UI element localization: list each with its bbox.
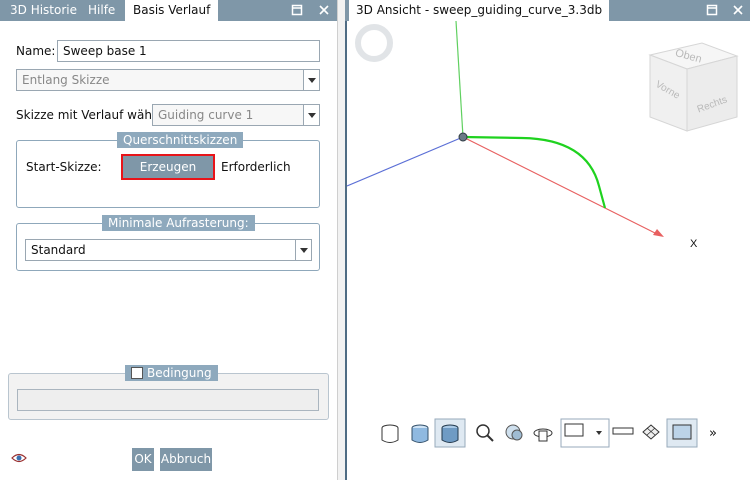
left-tab-bar: 3D Historie Hilfe Basis Verlauf [0,0,337,21]
mode-select-value: Entlang Skizze [22,73,110,87]
raster-select[interactable]: Standard [25,239,312,261]
zoom-icon[interactable] [476,424,494,442]
close-icon[interactable] [315,0,333,21]
tab-3d-historie[interactable]: 3D Historie [2,0,85,21]
3d-view-panel: 3D Ansicht - sweep_guiding_curve_3.3db O… [345,0,750,480]
tab-basis-verlauf[interactable]: Basis Verlauf [125,0,219,21]
chevron-down-icon[interactable] [303,70,319,90]
3d-viewport[interactable]: Oben Vorne Rechts X » [345,21,750,480]
condition-input [17,389,319,411]
rotate-icon[interactable] [533,428,553,442]
right-tab-bar: 3D Ansicht - sweep_guiding_curve_3.3db [345,0,750,21]
close-icon[interactable] [729,0,747,21]
display-mode-dropdown-icon[interactable] [560,418,610,448]
sketch-select-value: Guiding curve 1 [158,108,254,122]
name-label: Name: [16,44,56,58]
sweep-dialog-panel: 3D Historie Hilfe Basis Verlauf Name: Sw… [0,0,337,480]
raster-group-title: Minimale Aufrasterung: [102,215,255,231]
chevron-down-icon[interactable] [295,240,311,260]
tab-3d-ansicht[interactable]: 3D Ansicht - sweep_guiding_curve_3.3db [349,0,610,21]
mode-select[interactable]: Entlang Skizze [16,69,320,91]
tab-hilfe[interactable]: Hilfe [80,0,123,21]
app-logo-icon [355,24,393,62]
cylinder-shaded-icon[interactable] [411,424,429,443]
x-axis-line [462,136,660,236]
sketch-select[interactable]: Guiding curve 1 [152,104,320,126]
start-sketch-label: Start-Skizze: [26,160,102,174]
cancel-button[interactable]: Abbruch [160,448,212,471]
undock-icon[interactable] [703,0,721,21]
x-axis-arrow-icon [653,229,664,237]
section-view-icon[interactable] [666,418,698,448]
more-icon[interactable]: » [709,426,717,441]
ok-button[interactable]: OK [132,448,154,471]
sketch-label: Skizze mit Verlauf wählen: [16,108,175,122]
ruler-icon[interactable] [612,427,634,435]
y-axis-line [455,21,464,138]
raster-select-value: Standard [31,243,86,257]
eye-icon[interactable] [11,452,27,467]
create-sketch-button[interactable]: Erzeugen [121,154,215,180]
cylinder-outline-icon[interactable] [381,424,399,443]
required-text: Erforderlich [221,160,291,174]
view-cube-icon[interactable]: Oben Vorne Rechts [648,42,739,132]
mesh-cube-icon[interactable] [642,424,660,440]
cylinder-solid-icon[interactable] [434,418,466,448]
origin-point[interactable] [458,132,468,142]
cross-section-group-title: Querschnittskizzen [117,132,244,148]
name-input[interactable]: Sweep base 1 [57,40,320,62]
chevron-down-icon[interactable] [303,105,319,125]
condition-checkbox[interactable] [131,367,143,379]
z-axis-line [347,136,464,187]
view-toolbar: » [381,418,717,448]
x-axis-label: X [690,238,698,250]
panel-splitter[interactable] [337,0,345,480]
undock-icon[interactable] [288,0,306,21]
sphere-view-icon[interactable] [505,424,523,441]
